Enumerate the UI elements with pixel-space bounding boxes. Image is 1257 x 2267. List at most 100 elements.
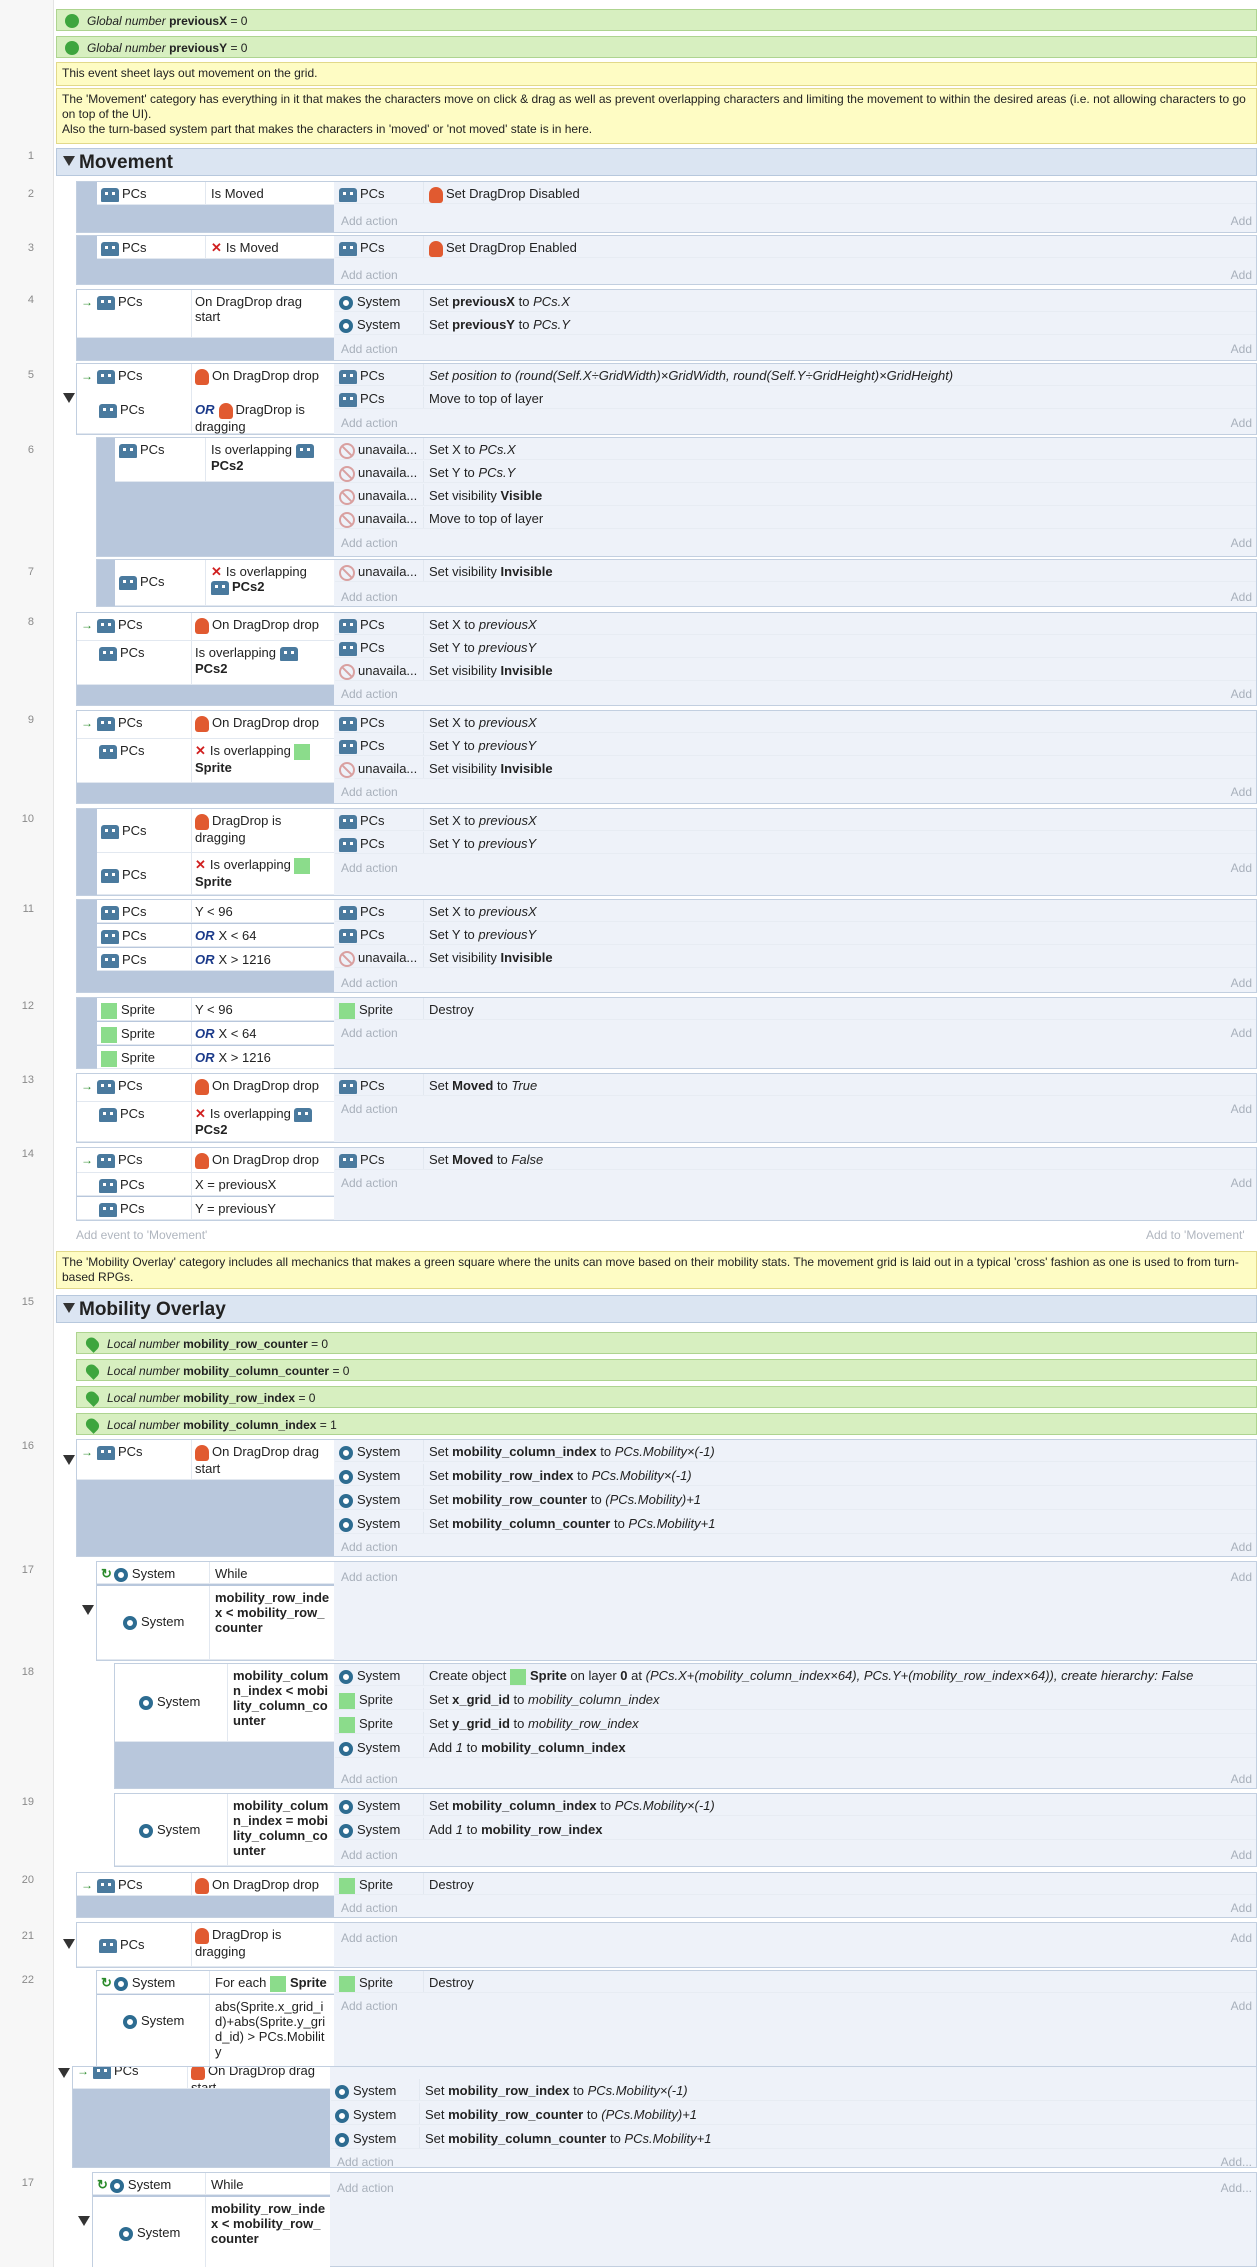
condition[interactable]: On DragDrop drag start (195, 1444, 330, 1476)
add-action-button[interactable]: Add action Add (335, 1768, 1256, 1788)
action[interactable]: Add 1 to mobility_row_index (429, 1822, 602, 1837)
add-action-button[interactable]: Add action Add (335, 264, 1256, 284)
comment-sheet[interactable]: This event sheet lays out movement on th… (56, 62, 1257, 86)
event-block[interactable]: → PCs On DragDrop drop PCs Is overlapping… (76, 612, 1257, 706)
action[interactable]: Set DragDrop Disabled (429, 186, 580, 203)
event-block[interactable]: ↻ System For each Sprite System abs(Sprite.… (96, 1970, 1257, 2069)
collapse-triangle-icon[interactable] (63, 393, 75, 403)
condition[interactable]: OR X < 64 (195, 1026, 330, 1041)
add-action-button[interactable]: Add action Add (335, 857, 1256, 877)
collapse-triangle-icon[interactable] (63, 156, 75, 166)
event-block[interactable]: PCs ✕ Is overlapping PCs2 unavaila... Set v… (96, 559, 1257, 607)
local-variable-row[interactable]: Local number mobility_column_counter = 0 (76, 1359, 1257, 1381)
add-action-button[interactable]: Add action Add (335, 338, 1256, 358)
add-action-button[interactable]: Add action Add (335, 781, 1256, 801)
add-action-button[interactable]: Add action Add (335, 1172, 1256, 1192)
global-variable-row[interactable]: Global number previousY = 0 (56, 36, 1257, 58)
condition[interactable]: Y = previousY (195, 1201, 330, 1216)
event-block[interactable]: → PCs On DragDrop drop PCs ✕ Is overlapping … (76, 1073, 1257, 1143)
event-block[interactable]: → PCs On DragDrop drop Sprite Destroy Add a… (76, 1872, 1257, 1918)
condition[interactable]: ✕ Is overlapping Sprite (195, 743, 330, 775)
action[interactable]: Set Y to previousY (429, 927, 536, 942)
local-variable-row[interactable]: Local number mobility_row_counter = 0 (76, 1332, 1257, 1354)
condition[interactable]: Is overlapping PCs2 (195, 645, 330, 676)
action[interactable]: Set mobility_row_counter to (PCs.Mobilit… (429, 1492, 701, 1507)
condition[interactable]: For each Sprite (215, 1975, 330, 1992)
add-action-button[interactable]: Add action Add (335, 1536, 1256, 1556)
event-block[interactable]: PCs DragDrop is dragging PCs ✕ Is overlap… (76, 808, 1257, 896)
comment-mobility[interactable]: The 'Mobility Overlay' category includes… (56, 1251, 1257, 1289)
add-event-link[interactable]: Add event to 'Movement' (76, 1228, 207, 1242)
condition[interactable]: On DragDrop drop (195, 1078, 330, 1095)
action[interactable]: Set visibility Invisible (429, 761, 553, 776)
event-block[interactable]: System mobility_column_index = mobility_c… (114, 1793, 1257, 1867)
action[interactable]: Set Moved to False (429, 1152, 543, 1167)
event-block[interactable]: PCs ✕ Is Moved PCs Set DragDrop Enabled Ad… (76, 235, 1257, 285)
action[interactable]: Set X to previousX (429, 813, 537, 828)
action[interactable]: Set X to PCs.X (429, 442, 516, 457)
action[interactable]: Set DragDrop Enabled (429, 240, 577, 257)
condition[interactable]: ✕ Is overlapping PCs2 (195, 1106, 330, 1137)
local-variable-row[interactable]: Local number mobility_row_index = 0 (76, 1386, 1257, 1408)
add-action-button[interactable]: Add action Add (335, 1844, 1256, 1864)
condition[interactable]: Is overlapping PCs2 (211, 442, 330, 473)
add-action-button[interactable]: Add action Add (335, 1022, 1256, 1042)
condition[interactable]: DragDrop is dragging (195, 813, 330, 845)
event-block[interactable]: Sprite Y < 96 Sprite OR X < 64 Sprite OR X > … (76, 997, 1257, 1069)
local-variable-row[interactable]: Local number mobility_column_index = 1 (76, 1413, 1257, 1435)
condition[interactable]: On DragDrop drag start (191, 2067, 326, 2088)
global-variable-row[interactable]: Global number previousX = 0 (56, 9, 1257, 31)
event-block[interactable]: PCs Is Moved PCs Set DragDrop Disabled Ad… (76, 181, 1257, 233)
collapse-triangle-icon[interactable] (63, 1455, 75, 1465)
action[interactable]: Set previousY to PCs.Y (429, 317, 570, 332)
condition[interactable]: Y < 96 (195, 1002, 330, 1017)
action[interactable]: Move to top of layer (429, 391, 543, 406)
action[interactable]: Destroy (429, 1002, 474, 1017)
condition[interactable]: abs(Sprite.x_grid_id)+abs(Sprite.y_grid_… (215, 1999, 330, 2059)
condition[interactable]: mobility_column_index = mobility_column_… (233, 1798, 330, 1858)
event-block[interactable]: → PCs On DragDrop drag start System Set pr… (76, 289, 1257, 361)
condition[interactable]: Is Moved (211, 186, 330, 201)
collapse-triangle-icon[interactable] (63, 1939, 75, 1949)
add-action-button[interactable]: Add action Add (335, 1098, 1256, 1118)
condition[interactable]: On DragDrop drag start (195, 294, 330, 324)
event-block[interactable]: → PCs On DragDrop drop PCs ✕ Is overlappin… (76, 710, 1257, 804)
collapse-triangle-icon[interactable] (63, 1303, 75, 1313)
condition[interactable]: While (215, 1566, 330, 1581)
action[interactable]: Set visibility Invisible (429, 950, 553, 965)
event-block[interactable]: → PCs On DragDrop drop PCs X = previousX PC… (76, 1147, 1257, 1221)
add-action-button[interactable]: Add action Add (335, 532, 1256, 552)
action[interactable]: Set x_grid_id to mobility_column_index (429, 1692, 660, 1707)
collapse-triangle-icon[interactable] (58, 2068, 70, 2078)
action[interactable]: Add 1 to mobility_column_index (429, 1740, 626, 1755)
add-action-button[interactable]: Add action Add (335, 1927, 1256, 1947)
collapse-triangle-icon[interactable] (82, 1605, 94, 1615)
add-action-button[interactable]: Add action Add (335, 586, 1256, 606)
action[interactable]: Set mobility_column_index to PCs.Mobilit… (429, 1798, 715, 1813)
action[interactable]: Set Y to previousY (429, 640, 536, 655)
event-block[interactable]: → PCs On DragDrop drop PCs OR DragDrop is … (76, 363, 1257, 435)
add-action-button[interactable]: Add action Add (335, 683, 1256, 703)
action[interactable]: Set y_grid_id to mobility_row_index (429, 1716, 639, 1731)
add-action-button[interactable]: Add action Add... (331, 2177, 1256, 2197)
event-block[interactable]: PCs Is overlapping PCs2 unavaila... Set X… (96, 437, 1257, 557)
action[interactable]: Set X to previousX (429, 715, 537, 730)
action[interactable]: Destroy (429, 1877, 474, 1892)
action[interactable]: Set previousX to PCs.X (429, 294, 570, 309)
action[interactable]: Set X to previousX (429, 617, 537, 632)
action[interactable]: Set Y to previousY (429, 738, 536, 753)
group-movement[interactable]: Movement (56, 148, 1257, 176)
action[interactable]: Move to top of layer (429, 511, 543, 526)
condition[interactable]: On DragDrop drop (195, 715, 330, 732)
action[interactable]: Set visibility Visible (429, 488, 542, 503)
event-block[interactable]: System mobility_column_index < mobility_c… (114, 1663, 1257, 1789)
condition[interactable]: OR X < 64 (195, 928, 330, 943)
action[interactable]: Set mobility_row_index to PCs.Mobility×(… (425, 2083, 688, 2098)
condition[interactable]: On DragDrop drop (195, 1152, 330, 1169)
condition[interactable]: On DragDrop drop (195, 617, 330, 634)
action[interactable]: Set position to (round(Self.X÷GridWidth)… (429, 368, 953, 383)
add-action-button[interactable]: Add action Add (335, 1566, 1256, 1586)
add-action-button[interactable]: Add action Add (335, 1897, 1256, 1917)
action[interactable]: Destroy (429, 1975, 474, 1990)
action[interactable]: Set X to previousX (429, 904, 537, 919)
